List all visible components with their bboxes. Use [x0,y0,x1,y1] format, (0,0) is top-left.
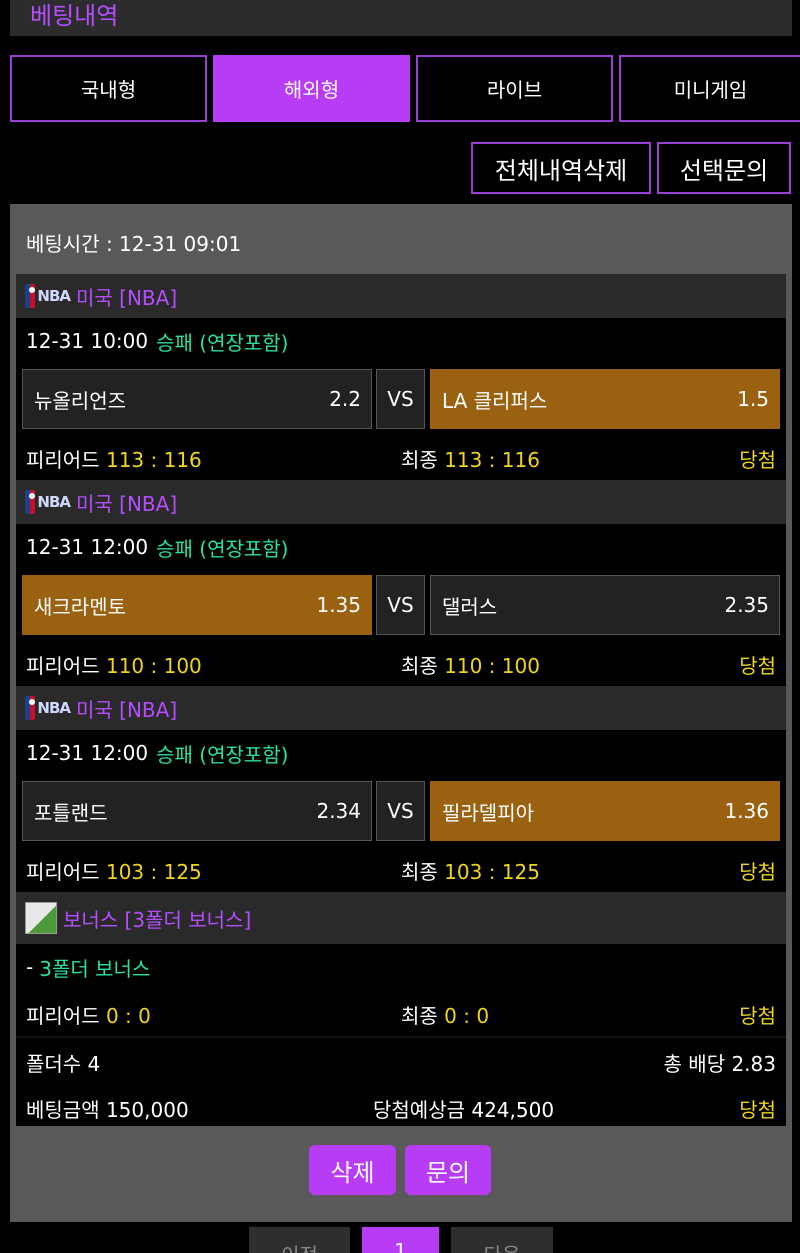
final-score: 최종 113 : 116 [401,448,540,472]
league-header: NBA 미국 [NBA] [16,274,786,318]
bonus-desc: 3폴더 보너스 [39,956,151,981]
away-odds: 1.5 [737,387,769,411]
bet-type-tabs: 국내형 해외형 라이브 미니게임 [10,55,800,122]
league-name: 미국 [NBA] [76,697,178,722]
nba-logo-icon: NBA [25,490,71,514]
delete-all-button[interactable]: 전체내역삭제 [471,142,651,194]
score-row: 피리어드 113 : 116 최종 113 : 116 당첨 [16,434,786,480]
delete-button[interactable]: 삭제 [309,1145,396,1195]
vs-label: VS [376,575,425,635]
bonus-dash: - [26,955,34,979]
league-header: NBA 미국 [NBA] [16,480,786,524]
tab-live[interactable]: 라이브 [416,55,613,122]
vs-label: VS [376,369,425,429]
period-score: 피리어드 110 : 100 [26,654,202,678]
final-score: 최종 110 : 100 [401,654,540,678]
bet-history-card[interactable]: 베팅시간 : 12-31 09:01 NBA 미국 [NBA] 12-31 10… [10,204,792,1222]
period-score: 피리어드 0 : 0 [26,1004,151,1028]
total-odds: 총 배당 2.83 [663,1052,776,1076]
final-score: 최종 0 : 0 [401,1004,490,1028]
final-score: 최종 103 : 125 [401,860,540,884]
match-info: 12-31 12:00 승패 (연장포함) [16,524,786,570]
league-name: 미국 [NBA] [76,491,178,516]
tab-minigame[interactable]: 미니게임 [619,55,800,122]
away-team-name: 댈러스 [442,594,498,619]
vs-label: VS [376,781,425,841]
home-odds-button[interactable]: 뉴올리언즈 2.2 [22,369,372,429]
bonus-desc-row: - 3폴더 보너스 [16,944,786,990]
odds-row: 포틀랜드 2.34 VS 필라델피아 1.36 [16,776,786,846]
next-page-button[interactable]: 다음 [451,1227,553,1253]
match-info: 12-31 12:00 승패 (연장포함) [16,730,786,776]
away-odds-button[interactable]: 댈러스 2.35 [430,575,780,635]
bet-amount: 베팅금액 150,000 [26,1098,189,1122]
result-badge: 당첨 [739,1004,776,1028]
home-odds: 1.35 [316,593,361,617]
expected-payout: 당첨예상금 424,500 [373,1098,555,1122]
score-row: 피리어드 103 : 125 최종 103 : 125 당첨 [16,846,786,892]
match-datetime: 12-31 12:00 [26,535,149,559]
folder-count: 폴더수 4 [26,1052,101,1076]
tab-overseas[interactable]: 해외형 [213,55,410,122]
away-team-name: 필라델피아 [442,800,534,825]
result-badge: 당첨 [739,654,776,678]
odds-row: 뉴올리언즈 2.2 VS LA 클리퍼스 1.5 [16,364,786,434]
bet-games-list: NBA 미국 [NBA] 12-31 10:00 승패 (연장포함) 뉴올리언즈… [16,274,786,1126]
league-name: 미국 [NBA] [76,285,178,310]
prev-page-button[interactable]: 이전 [249,1227,350,1253]
bonus-title: 보너스 [3폴더 보너스] [63,907,252,932]
score-row: 피리어드 110 : 100 최종 110 : 100 당첨 [16,640,786,686]
match-datetime: 12-31 12:00 [26,741,149,765]
home-team-name: 뉴올리언즈 [34,388,126,413]
period-score: 피리어드 103 : 125 [26,860,202,884]
tab-domestic[interactable]: 국내형 [10,55,207,122]
broken-image-icon [25,902,57,934]
bet-summary: 폴더수 4 총 배당 2.83 베팅금액 150,000 당첨예상금 424,5… [16,1036,786,1126]
match-datetime: 12-31 10:00 [26,329,149,353]
home-odds-button[interactable]: 포틀랜드 2.34 [22,781,372,841]
home-team-name: 포틀랜드 [34,800,108,825]
away-odds: 1.36 [724,799,769,823]
home-odds: 2.2 [329,387,361,411]
away-odds-button-selected[interactable]: 필라델피아 1.36 [430,781,780,841]
away-odds: 2.35 [724,593,769,617]
market-type: 승패 (연장포함) [156,536,289,561]
market-type: 승패 (연장포함) [156,742,289,767]
away-team-name: LA 클리퍼스 [442,388,548,413]
home-team-name: 새크라멘토 [34,594,126,619]
home-odds: 2.34 [316,799,361,823]
league-header: NBA 미국 [NBA] [16,686,786,730]
page-1-button[interactable]: 1 [362,1227,439,1253]
inquire-selected-button[interactable]: 선택문의 [657,142,791,194]
result-badge: 당첨 [739,448,776,472]
bet-time: 베팅시간 : 12-31 09:01 [26,232,242,256]
away-odds-button-selected[interactable]: LA 클리퍼스 1.5 [430,369,780,429]
summary-result: 당첨 [739,1098,776,1122]
market-type: 승패 (연장포함) [156,330,289,355]
nba-logo-icon: NBA [25,696,71,720]
page-title: 베팅내역 [30,2,119,30]
score-row: 피리어드 0 : 0 최종 0 : 0 당첨 [16,990,786,1036]
match-info: 12-31 10:00 승패 (연장포함) [16,318,786,364]
bonus-header: 보너스 [3폴더 보너스] [16,892,786,944]
period-score: 피리어드 113 : 116 [26,448,202,472]
nba-logo-icon: NBA [25,284,71,308]
home-odds-button-selected[interactable]: 새크라멘토 1.35 [22,575,372,635]
result-badge: 당첨 [739,860,776,884]
odds-row: 새크라멘토 1.35 VS 댈러스 2.35 [16,570,786,640]
page-header: 베팅내역 [10,0,792,36]
inquire-button[interactable]: 문의 [405,1145,491,1195]
